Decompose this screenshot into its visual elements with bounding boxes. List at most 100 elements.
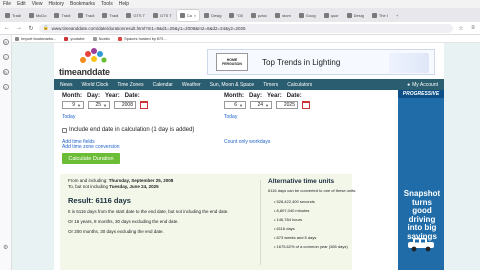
bookmark-label: Import bookmarks... xyxy=(21,36,57,41)
bookmark-spaces[interactable]: Spaces hosted by BTI... xyxy=(118,36,167,41)
tab-favicon-icon xyxy=(78,12,84,18)
browser-tab[interactable]: GTS T xyxy=(123,10,148,21)
to-prefix: To, but not including xyxy=(68,184,109,189)
result-line-2: Or 16 years, 8 months, 30 days excluding… xyxy=(68,219,179,224)
tab-favicon-icon xyxy=(153,12,159,18)
tab-favicon-icon xyxy=(250,12,256,18)
browser-tab[interactable]: McDo xyxy=(26,10,49,21)
browser-tab[interactable]: stom xyxy=(272,10,294,21)
car-icon xyxy=(408,238,434,252)
extension-icon[interactable]: ◇ xyxy=(2,84,9,90)
nav-world-clock[interactable]: World Clock xyxy=(82,82,109,88)
count-workdays-link[interactable]: Count only workdays xyxy=(224,139,270,145)
calendar-icon[interactable] xyxy=(140,101,148,109)
start-date-labels: Month: Day: Year: Date: xyxy=(62,93,140,99)
site-logo[interactable]: timeanddate xyxy=(59,48,119,78)
menu-help[interactable]: Help xyxy=(119,1,129,7)
browser-sidebar: ◷ ☆ ↻ ◇ xyxy=(0,35,12,270)
reload-icon[interactable]: ↻ xyxy=(27,24,35,32)
tab-favicon-icon xyxy=(323,12,329,18)
menu-tools[interactable]: Tools xyxy=(101,1,113,7)
browser-tab[interactable]: Desig xyxy=(344,10,367,21)
result-line-1: It is 6116 days from the start date to t… xyxy=(68,209,229,214)
start-year-input[interactable]: 2008 xyxy=(114,101,136,109)
menu-icon[interactable]: ≡ xyxy=(469,24,477,32)
browser-tab[interactable]: Tradi xyxy=(51,10,73,21)
menu-bookmarks[interactable]: Bookmarks xyxy=(70,1,95,7)
forward-icon[interactable]: → xyxy=(15,24,23,32)
browser-tabstrip: Tradi McDo Tradi Tradi Tradi GTS T GTS T Ca × Des… xyxy=(0,8,480,22)
close-tab-icon[interactable]: × xyxy=(194,13,196,18)
bookmark-import[interactable]: Import bookmarks... xyxy=(15,36,56,41)
start-day-select[interactable]: 25 ▼ xyxy=(88,101,110,109)
browser-tab[interactable]: The I xyxy=(369,10,391,21)
browser-tab[interactable]: pzioc xyxy=(248,10,270,21)
start-today-link[interactable]: Today xyxy=(62,114,75,120)
alt-units-intro: 6116 days can be converted to one of the… xyxy=(268,188,357,193)
nav-news[interactable]: News xyxy=(60,82,73,88)
lock-icon: 🔒 xyxy=(43,25,49,30)
nav-sun-moon[interactable]: Sun, Moon & Space xyxy=(210,82,254,88)
browser-tab[interactable]: Tradi xyxy=(2,10,24,21)
tab-favicon-icon xyxy=(28,12,34,18)
end-year-value: 2025 xyxy=(283,102,295,108)
browser-tab[interactable]: Desig xyxy=(201,10,224,21)
tab-label: GTS T xyxy=(160,12,172,18)
star-icon[interactable]: ☆ xyxy=(457,24,465,32)
nav-calendar[interactable]: Calendar xyxy=(153,82,173,88)
start-month-select[interactable]: 9 ▼ xyxy=(62,101,84,109)
user-icon: ● xyxy=(407,81,411,88)
browser-tab[interactable]: "Oil xyxy=(226,10,245,21)
bookmarks-bar: Import bookmarks... youtube Nordic Space… xyxy=(12,35,480,43)
bookmark-nordic[interactable]: Nordic xyxy=(92,36,111,41)
menu-edit[interactable]: Edit xyxy=(17,1,26,7)
nav-weather[interactable]: Weather xyxy=(182,82,201,88)
back-icon[interactable]: ← xyxy=(3,24,11,32)
browser-tab[interactable]: quor xyxy=(321,10,342,21)
ad-copy: Top Trends in Lighting xyxy=(262,57,341,67)
new-tab-button[interactable]: + xyxy=(393,10,407,21)
site-nav: News World Clock Time Zones Calendar Wea… xyxy=(54,79,444,90)
browser-tab[interactable]: Goog xyxy=(296,10,319,21)
end-month-select[interactable]: 6 ▼ xyxy=(224,101,246,109)
bookmark-label: Nordic xyxy=(98,36,111,41)
address-bar[interactable]: 🔒 www.timeanddate.com/date/durationresul… xyxy=(39,23,453,33)
chevron-down-icon: ▼ xyxy=(239,102,243,108)
history-icon[interactable]: ◷ xyxy=(2,39,9,45)
add-timezone-link[interactable]: Add time zone conversion xyxy=(62,144,120,150)
to-line: To, but not including Tuesday, June 24, … xyxy=(68,184,159,189)
bookmark-youtube[interactable]: youtube xyxy=(64,36,85,41)
menu-file[interactable]: File xyxy=(3,1,11,7)
calculate-duration-button[interactable]: Calculate Duration xyxy=(62,153,120,164)
nav-calculators[interactable]: Calculators xyxy=(287,82,312,88)
account-menu[interactable]: ● My Account xyxy=(407,82,438,88)
alt-unit-value: 528,422,400 seconds xyxy=(276,199,315,204)
end-today-link[interactable]: Today xyxy=(224,114,237,120)
include-end-date-checkbox[interactable]: Include end date in calculation (1 day i… xyxy=(62,127,194,133)
sync-icon[interactable]: ↻ xyxy=(2,69,9,75)
include-end-date-label: Include end date in calculation (1 day i… xyxy=(69,127,195,133)
bookmark-icon[interactable]: ☆ xyxy=(2,54,9,60)
tab-label: Tradi xyxy=(61,12,71,18)
browser-tab[interactable]: Ca × xyxy=(176,9,200,21)
settings-icon[interactable]: ⚙ xyxy=(3,244,8,251)
start-date-fields: 9 ▼ 25 ▼ 2008 xyxy=(62,101,148,109)
tab-favicon-icon xyxy=(371,12,377,18)
tab-favicon-icon xyxy=(346,12,352,18)
start-date-label: Date: xyxy=(124,93,140,99)
menu-view[interactable]: View xyxy=(32,1,43,7)
browser-tab[interactable]: Tradi xyxy=(99,10,121,21)
menu-history[interactable]: History xyxy=(48,1,64,7)
url-text: www.timeanddate.com/date/durationresult.… xyxy=(51,25,246,31)
end-day-select[interactable]: 24 ▼ xyxy=(250,101,272,109)
calendar-icon[interactable] xyxy=(302,101,310,109)
ad-banner-side[interactable]: PROGRESSIVE Snapshot turns good driving … xyxy=(398,90,444,270)
tab-label: stom xyxy=(282,12,291,18)
ad-side-brand: PROGRESSIVE xyxy=(398,90,444,98)
browser-tab[interactable]: Tradi xyxy=(75,10,97,21)
browser-tab[interactable]: GTS T xyxy=(150,10,175,21)
nav-timers[interactable]: Timers xyxy=(263,82,278,88)
ad-banner-top[interactable]: HOME FERGUSON Top Trends in Lighting xyxy=(207,49,435,75)
nav-time-zones[interactable]: Time Zones xyxy=(117,82,143,88)
end-year-input[interactable]: 2025 xyxy=(276,101,298,109)
